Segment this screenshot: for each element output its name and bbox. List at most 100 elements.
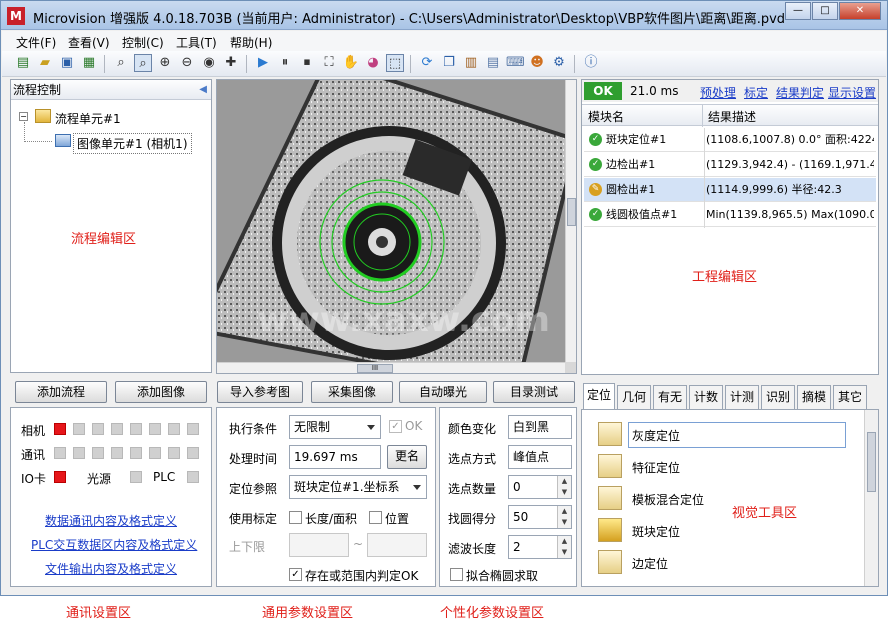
exec-cond-select[interactable]: 无限制	[289, 415, 381, 439]
display-settings-link[interactable]: 显示设置	[828, 84, 876, 101]
flow-edit-region-label: 流程编辑区	[71, 232, 137, 247]
import-reference-button[interactable]: 导入参考图	[217, 381, 303, 403]
filter-stepper[interactable]: 2 ▲ ▼	[508, 535, 572, 559]
list-item[interactable]: 特征定位	[598, 454, 848, 480]
tab-other[interactable]: 其它	[833, 385, 867, 409]
point-count-stepper[interactable]: 0 ▲ ▼	[508, 475, 572, 499]
color-icon[interactable]: ◕	[364, 54, 382, 72]
exist-judge-checkbox[interactable]: ✓	[289, 568, 302, 581]
spin-arrows-icon[interactable]: ▲ ▼	[557, 536, 571, 558]
menu-control[interactable]: 控制(C)	[122, 34, 164, 51]
chevron-down-icon	[413, 485, 421, 490]
close-button[interactable]: ✕	[839, 2, 881, 20]
keyboard-icon[interactable]: ⌨	[506, 54, 525, 72]
menu-file[interactable]: 文件(F)	[16, 34, 56, 51]
locate-ref-select[interactable]: 斑块定位#1.坐标系	[289, 475, 427, 499]
save-icon[interactable]: ▣	[58, 54, 76, 72]
tab-locate[interactable]: 定位	[583, 383, 615, 409]
fit-frame-icon[interactable]: ⛶	[320, 54, 338, 72]
minimize-button[interactable]: —	[785, 2, 811, 20]
grid-icon[interactable]: ▦	[80, 54, 98, 72]
add-image-button[interactable]: 添加图像	[115, 381, 207, 403]
tab-presence[interactable]: 有无	[653, 385, 687, 409]
refresh-icon[interactable]: ⟳	[418, 54, 436, 72]
proc-time-label: 处理时间	[229, 452, 278, 466]
upper-limit-field[interactable]	[367, 533, 427, 557]
pause-icon[interactable]: ⏸	[276, 54, 294, 72]
point-mode-field[interactable]: 峰值点	[508, 445, 572, 469]
menu-tools[interactable]: 工具(T)	[176, 34, 217, 51]
tab-template[interactable]: 摘模	[797, 385, 831, 409]
score-stepper[interactable]: 50 ▲ ▼	[508, 505, 572, 529]
calibration-link[interactable]: 标定	[744, 84, 768, 101]
tab-count[interactable]: 计数	[689, 385, 723, 409]
lower-limit-field[interactable]	[289, 533, 349, 557]
maximize-button[interactable]: □	[812, 2, 838, 20]
col-module[interactable]: 模块名	[588, 108, 624, 125]
stop-icon[interactable]: ⏹	[298, 54, 316, 72]
roi-icon[interactable]: ⬚	[386, 54, 404, 72]
table-row[interactable]: ✓ 边检出#1 (1129.3,942.4) - (1169.1,971.4)	[584, 153, 876, 177]
tab-geometry[interactable]: 几何	[617, 385, 651, 409]
data-comm-link[interactable]: 数据通讯内容及格式定义	[45, 512, 177, 529]
position-checkbox[interactable]	[369, 511, 382, 524]
fit-ellipse-checkbox[interactable]	[450, 568, 463, 581]
eye-icon[interactable]: ◉	[200, 54, 218, 72]
table-row[interactable]: ✓ 斑块定位#1 (1108.6,1007.8) 0.0° 面积:4224	[584, 128, 876, 152]
new-icon[interactable]: ▤	[14, 54, 32, 72]
plc-data-link[interactable]: PLC交互数据区内容及格式定义	[31, 536, 197, 553]
list-item[interactable]: 灰度定位	[598, 422, 848, 448]
zoom-out-icon[interactable]: ⊖	[178, 54, 196, 72]
capture-image-button[interactable]: 采集图像	[311, 381, 393, 403]
result-judge-link[interactable]: 结果判定	[776, 84, 824, 101]
open-folder-icon[interactable]: ▰	[36, 54, 54, 72]
spin-arrows-icon[interactable]: ▲ ▼	[557, 476, 571, 498]
custom-params-panel: 颜色变化 白到黑 选点方式 峰值点 选点数量 0 ▲ ▼ 找圆得分 50 ▲ ▼ 滤波长…	[439, 407, 577, 587]
length-area-checkbox[interactable]	[289, 511, 302, 524]
col-result[interactable]: 结果描述	[708, 108, 756, 125]
image-hscroll[interactable]: III	[217, 362, 565, 373]
spin-arrows-icon[interactable]: ▲ ▼	[557, 506, 571, 528]
table-row[interactable]: ✓ 线圆极值点#1 Min(1139.8,965.5) Max(1090.0,1…	[584, 203, 876, 227]
table-icon[interactable]: ▤	[484, 54, 502, 72]
title-bar[interactable]: M Microvision 增强版 4.0.18.703B (当前用户: Adm…	[1, 1, 887, 30]
exec-cond-label: 执行条件	[229, 422, 278, 436]
preprocess-link[interactable]: 预处理	[700, 84, 736, 101]
window-icon[interactable]: ❐	[440, 54, 458, 72]
hand-icon[interactable]: ✋	[342, 54, 360, 72]
tree-expander-icon[interactable]: −	[19, 112, 28, 121]
table-row-selected[interactable]: ✎ 圆检出#1 (1114.9,999.6) 半径:42.3	[584, 178, 876, 202]
feature-locate-icon	[598, 454, 622, 478]
image-vscroll[interactable]	[565, 80, 576, 362]
tab-recognize[interactable]: 识别	[761, 385, 795, 409]
file-output-link[interactable]: 文件输出内容及格式定义	[45, 560, 177, 577]
list-item[interactable]: 斑块定位	[598, 518, 848, 544]
auto-exposure-button[interactable]: 自动曝光	[399, 381, 487, 403]
proc-time-field[interactable]: 19.697 ms	[289, 445, 381, 469]
zoom-fit-icon[interactable]: ⌕	[134, 54, 152, 72]
info-icon[interactable]: ⓘ	[582, 54, 600, 72]
gear-icon[interactable]: ⚙	[550, 54, 568, 72]
run-time: 21.0 ms	[630, 84, 679, 98]
menu-help[interactable]: 帮助(H)	[230, 34, 272, 51]
ok-checkbox[interactable]: ✓	[389, 420, 402, 433]
tab-measure[interactable]: 计测	[725, 385, 759, 409]
zoom-in-icon[interactable]: ⊕	[156, 54, 174, 72]
color-change-field[interactable]: 白到黑	[508, 415, 572, 439]
menu-view[interactable]: 查看(V)	[68, 34, 110, 51]
report-icon[interactable]: ▥	[462, 54, 480, 72]
crosshair-icon[interactable]: ✚	[222, 54, 240, 72]
tool-list-scrollbar[interactable]	[864, 410, 878, 586]
list-item[interactable]: 边定位	[598, 550, 848, 576]
run-icon[interactable]: ▶	[254, 54, 272, 72]
zoom-icon[interactable]: ⌕	[112, 54, 130, 72]
directory-test-button[interactable]: 目录测试	[493, 381, 575, 403]
user-icon[interactable]: ☻	[528, 54, 546, 72]
length-area-label: 长度/面积	[305, 512, 358, 526]
rename-button[interactable]: 更名	[387, 445, 427, 469]
tree-root[interactable]: 流程单元#1	[55, 110, 121, 127]
list-item[interactable]: 模板混合定位	[598, 486, 848, 512]
add-flow-button[interactable]: 添加流程	[15, 381, 107, 403]
collapse-icon[interactable]: ◀	[199, 80, 207, 100]
tree-child[interactable]: 图像单元#1 (相机1)	[73, 133, 192, 154]
